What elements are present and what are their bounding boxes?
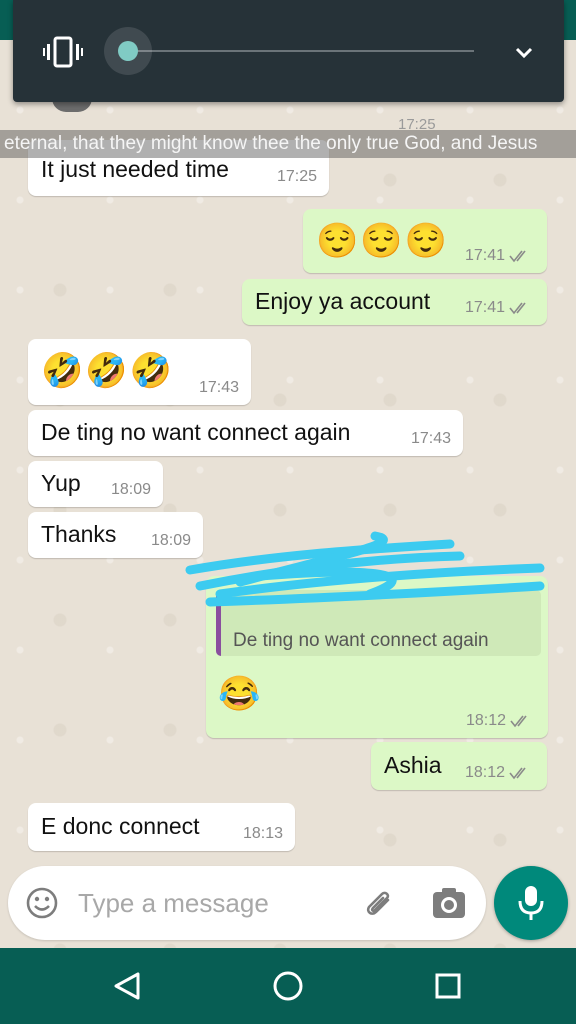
message-composer: Type a message xyxy=(8,866,486,940)
message-time: 17:41 xyxy=(464,299,505,316)
read-ticks-icon xyxy=(509,767,526,780)
redaction-scribble xyxy=(185,531,545,607)
system-navigation-bar xyxy=(0,948,576,1024)
message-text: Ashia xyxy=(384,752,442,778)
message-time: 17:25 xyxy=(276,168,317,185)
message-text: De ting no want connect again xyxy=(41,419,351,445)
message-bubble-incoming[interactable]: E donc connect 18:13 xyxy=(28,803,295,851)
notification-marquee: eternal, that they might know thee the o… xyxy=(0,130,576,158)
home-circle-icon[interactable] xyxy=(272,970,304,1002)
volume-slider-thumb[interactable] xyxy=(118,41,138,61)
message-bubble-incoming[interactable]: Thanks 18:09 xyxy=(28,512,203,558)
message-text: E donc connect xyxy=(41,813,200,839)
message-text: 😂 xyxy=(218,675,263,713)
recents-square-icon[interactable] xyxy=(434,972,462,1000)
message-time: 18:12 xyxy=(464,764,505,781)
message-bubble-outgoing[interactable]: Enjoy ya account 17:41 xyxy=(242,279,547,325)
message-text: Thanks xyxy=(41,521,117,547)
message-text: Yup xyxy=(41,470,81,496)
message-bubble-incoming[interactable]: 🤣🤣🤣 17:43 xyxy=(28,339,251,405)
vibrate-icon[interactable] xyxy=(43,34,83,70)
paperclip-icon[interactable] xyxy=(360,884,398,922)
message-time: 17:41 xyxy=(464,247,505,264)
message-time: 18:13 xyxy=(242,825,283,842)
message-bubble-incoming[interactable]: De ting no want connect again 17:43 xyxy=(28,410,463,456)
read-ticks-icon xyxy=(509,250,526,263)
chevron-down-icon[interactable] xyxy=(509,38,539,68)
message-time: 18:12 xyxy=(465,712,506,729)
camera-icon[interactable] xyxy=(431,886,467,920)
message-time: 17:43 xyxy=(198,379,239,396)
message-text: 🤣🤣🤣 xyxy=(41,352,175,390)
read-ticks-icon xyxy=(509,302,526,315)
volume-panel xyxy=(13,0,564,102)
message-time: 17:43 xyxy=(410,430,451,447)
message-text: Enjoy ya account xyxy=(255,288,431,314)
back-triangle-icon[interactable] xyxy=(112,970,144,1002)
emoji-icon[interactable] xyxy=(25,886,59,920)
message-text: It just needed time xyxy=(41,156,229,182)
microphone-button[interactable] xyxy=(494,866,568,940)
message-bubble-outgoing[interactable]: Ashia 18:12 xyxy=(371,742,547,790)
microphone-icon xyxy=(518,886,544,920)
message-text: 😌😌😌 xyxy=(316,222,450,260)
read-ticks-icon xyxy=(510,715,527,728)
quoted-message-text: De ting no want connect again xyxy=(233,630,489,651)
message-time: 18:09 xyxy=(110,481,151,498)
message-bubble-outgoing[interactable]: 😌😌😌 17:41 xyxy=(303,209,547,273)
message-input[interactable]: Type a message xyxy=(78,888,269,919)
message-bubble-incoming[interactable]: Yup 18:09 xyxy=(28,461,163,507)
volume-slider-track[interactable] xyxy=(128,50,474,52)
